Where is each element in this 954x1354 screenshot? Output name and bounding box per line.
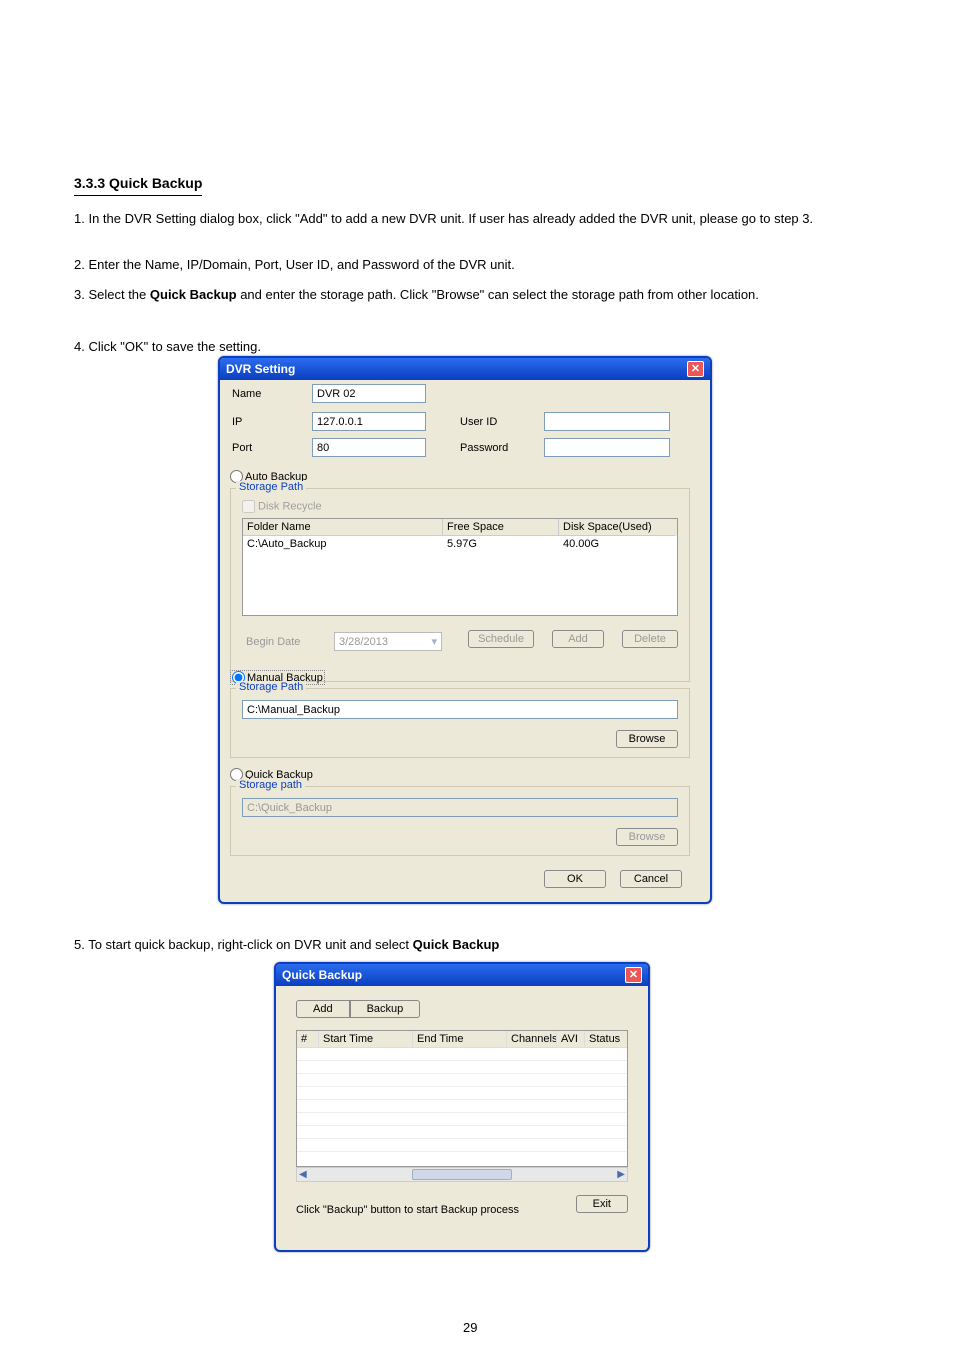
- page-number: 29: [463, 1318, 477, 1339]
- col-num: #: [297, 1031, 319, 1047]
- doc-step-2: 2. Enter the Name, IP/Domain, Port, User…: [74, 254, 874, 276]
- quick-table: # Start Time End Time Channels AVI Statu…: [296, 1030, 628, 1167]
- dvr-setting-window: DVR Setting ✕ Name IP Port User ID Passw…: [218, 356, 712, 904]
- chevron-down-icon: ▾: [431, 635, 437, 648]
- quick-add-button[interactable]: Add: [296, 1000, 350, 1018]
- table-row: [297, 1152, 627, 1165]
- quick-backup-window: Quick Backup ✕ Add Backup # Start Time E…: [274, 962, 650, 1252]
- disk-recycle-checkbox: Disk Recycle: [242, 500, 322, 513]
- quick-storage-legend: Storage path: [236, 779, 305, 791]
- cell-used: 40.00G: [559, 536, 675, 552]
- scroll-right-icon[interactable]: ▶: [617, 1169, 625, 1180]
- close-icon[interactable]: ✕: [687, 361, 704, 377]
- col-channels: Channels: [507, 1031, 557, 1047]
- quick-table-body: [297, 1048, 627, 1166]
- horizontal-scrollbar[interactable]: ◀ ▶: [296, 1167, 628, 1182]
- doc-step-3-pre: 3. Select the: [74, 287, 150, 302]
- col-used: Disk Space(Used): [559, 519, 675, 536]
- begin-date-dropdown: 3/28/2013 ▾: [334, 632, 442, 651]
- table-row: [297, 1087, 627, 1100]
- doc-step-5-bold: Quick Backup: [413, 937, 500, 952]
- col-status: Status: [585, 1031, 625, 1047]
- userid-label: User ID: [460, 416, 497, 428]
- name-label: Name: [232, 388, 261, 400]
- begin-date-value: 3/28/2013: [339, 636, 388, 648]
- scroll-thumb[interactable]: [412, 1169, 512, 1180]
- auto-table-row: C:\Auto_Backup 5.97G 40.00G: [243, 536, 677, 552]
- col-start: Start Time: [319, 1031, 413, 1047]
- doc-step-1: 1. In the DVR Setting dialog box, click …: [74, 208, 874, 230]
- port-label: Port: [232, 442, 252, 454]
- quick-path-input: [242, 798, 678, 817]
- manual-browse-button[interactable]: Browse: [616, 730, 678, 748]
- ok-button[interactable]: OK: [544, 870, 606, 888]
- table-row: [297, 1113, 627, 1126]
- quick-table-header: # Start Time End Time Channels AVI Statu…: [297, 1031, 627, 1048]
- doc-step-3-bold: Quick Backup: [150, 287, 237, 302]
- quick-title-text: Quick Backup: [282, 968, 362, 982]
- quick-titlebar: Quick Backup ✕: [276, 964, 648, 986]
- table-row: [297, 1074, 627, 1087]
- password-input[interactable]: [544, 438, 670, 457]
- dvr-titlebar: DVR Setting ✕: [220, 358, 710, 380]
- close-icon[interactable]: ✕: [625, 967, 642, 983]
- quick-hint-text: Click "Backup" button to start Backup pr…: [296, 1204, 519, 1216]
- name-input[interactable]: [312, 384, 426, 403]
- cell-folder: C:\Auto_Backup: [243, 536, 443, 552]
- col-free: Free Space: [443, 519, 559, 536]
- col-folder: Folder Name: [243, 519, 443, 536]
- doc-step-3: 3. Select the Quick Backup and enter the…: [74, 284, 874, 306]
- cancel-button[interactable]: Cancel: [620, 870, 682, 888]
- schedule-button: Schedule: [468, 630, 534, 648]
- ip-input[interactable]: [312, 412, 426, 431]
- password-label: Password: [460, 442, 508, 454]
- add-path-button: Add: [552, 630, 604, 648]
- port-input[interactable]: [312, 438, 426, 457]
- quick-backup-button[interactable]: Backup: [350, 1000, 421, 1018]
- table-row: [297, 1100, 627, 1113]
- col-end: End Time: [413, 1031, 507, 1047]
- begin-date-label: Begin Date: [246, 636, 300, 648]
- dvr-title-text: DVR Setting: [226, 362, 295, 376]
- scroll-left-icon[interactable]: ◀: [299, 1169, 307, 1180]
- table-row: [297, 1126, 627, 1139]
- doc-step-5-pre: 5. To start quick backup, right-click on…: [74, 937, 413, 952]
- doc-step-4: 4. Click "OK" to save the setting.: [74, 336, 874, 358]
- section-heading: 3.3.3 Quick Backup: [74, 172, 202, 196]
- exit-button[interactable]: Exit: [576, 1195, 628, 1213]
- table-row: [297, 1061, 627, 1074]
- doc-step-3-post: and enter the storage path. Click "Brows…: [237, 287, 759, 302]
- quick-browse-button: Browse: [616, 828, 678, 846]
- manual-path-input[interactable]: [242, 700, 678, 719]
- auto-storage-legend: Storage Path: [236, 481, 306, 493]
- disk-recycle-label: Disk Recycle: [258, 500, 322, 512]
- manual-storage-legend: Storage Path: [236, 681, 306, 693]
- auto-table-header: Folder Name Free Space Disk Space(Used): [243, 519, 677, 536]
- ip-label: IP: [232, 416, 242, 428]
- cell-free: 5.97G: [443, 536, 559, 552]
- userid-input[interactable]: [544, 412, 670, 431]
- col-avi: AVI: [557, 1031, 585, 1047]
- disk-recycle-input: [242, 500, 255, 513]
- delete-path-button: Delete: [622, 630, 678, 648]
- auto-table: Folder Name Free Space Disk Space(Used) …: [242, 518, 678, 616]
- table-row: [297, 1139, 627, 1152]
- table-row: [297, 1048, 627, 1061]
- doc-step-5: 5. To start quick backup, right-click on…: [74, 934, 874, 956]
